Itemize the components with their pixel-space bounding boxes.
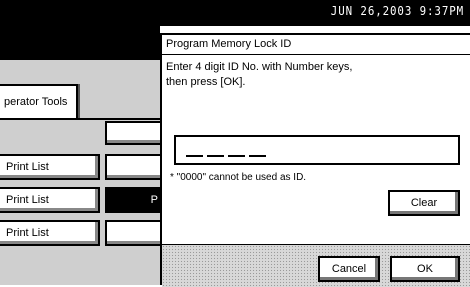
id-input-field[interactable] — [174, 135, 460, 165]
digit-placeholder-2 — [207, 155, 224, 157]
background-header — [0, 26, 160, 60]
dialog-message-line-1: Enter 4 digit ID No. with Number keys, — [166, 61, 353, 73]
background-button-3[interactable]: P — [105, 187, 160, 213]
print-list-button-1[interactable]: Print List — [0, 154, 100, 180]
cancel-button[interactable]: Cancel — [318, 256, 380, 282]
status-bar: JUN 26,2003 9:37PM — [0, 0, 470, 26]
id-note: * "0000" cannot be used as ID. — [170, 172, 307, 183]
background-button-4[interactable] — [105, 220, 160, 246]
background-button-2[interactable] — [105, 154, 160, 180]
dialog-message-line-2: then press [OK]. — [166, 76, 246, 88]
dialog-title: Program Memory Lock ID — [162, 35, 470, 55]
clear-button[interactable]: Clear — [388, 190, 460, 216]
clock-readout: JUN 26,2003 9:37PM — [330, 4, 464, 18]
tab-operator-tools[interactable]: perator Tools — [0, 84, 78, 120]
print-list-button-2[interactable]: Print List — [0, 187, 100, 213]
digit-placeholder-4 — [249, 155, 266, 157]
digit-placeholder-3 — [228, 155, 245, 157]
print-list-button-3[interactable]: Print List — [0, 220, 100, 246]
digit-placeholder-1 — [186, 155, 203, 157]
memory-lock-id-dialog: Program Memory Lock ID Enter 4 digit ID … — [160, 33, 470, 287]
background-button-1[interactable] — [105, 121, 160, 145]
tab-divider — [0, 118, 160, 120]
dialog-message: Enter 4 digit ID No. with Number keys, t… — [166, 60, 466, 90]
ok-button[interactable]: OK — [390, 256, 460, 282]
